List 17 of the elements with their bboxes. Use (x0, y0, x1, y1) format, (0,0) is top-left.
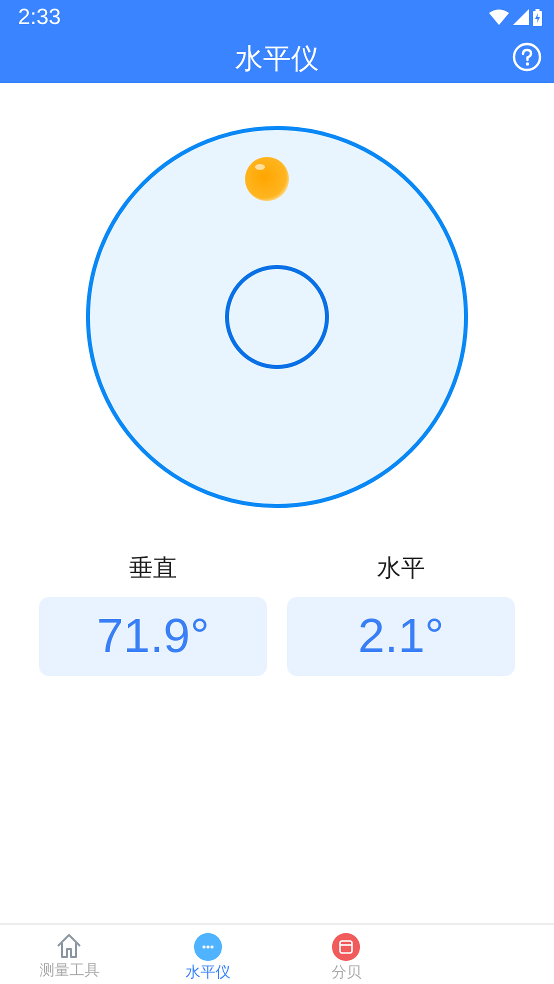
reading-label: 水平 (377, 553, 425, 584)
meter-icon (332, 933, 360, 961)
reading-label: 垂直 (129, 553, 177, 584)
signal-icon (513, 9, 529, 25)
nav-tab[interactable]: 水平仪 (138, 925, 277, 984)
wifi-icon (489, 9, 509, 25)
reading-value: 2.1° (287, 597, 515, 676)
reading-value: 71.9° (39, 597, 267, 676)
nav-tab[interactable]: 分贝 (277, 925, 416, 984)
bubble-drawing (245, 157, 289, 201)
app-title: 水平仪 (235, 40, 319, 76)
help-icon[interactable] (512, 42, 542, 72)
status-time: 2:33 (18, 4, 61, 30)
battery-icon (533, 8, 542, 26)
nav-tab[interactable]: 测量工具 (0, 925, 138, 984)
chat-bubble-icon (194, 933, 222, 961)
home-icon (55, 933, 84, 959)
